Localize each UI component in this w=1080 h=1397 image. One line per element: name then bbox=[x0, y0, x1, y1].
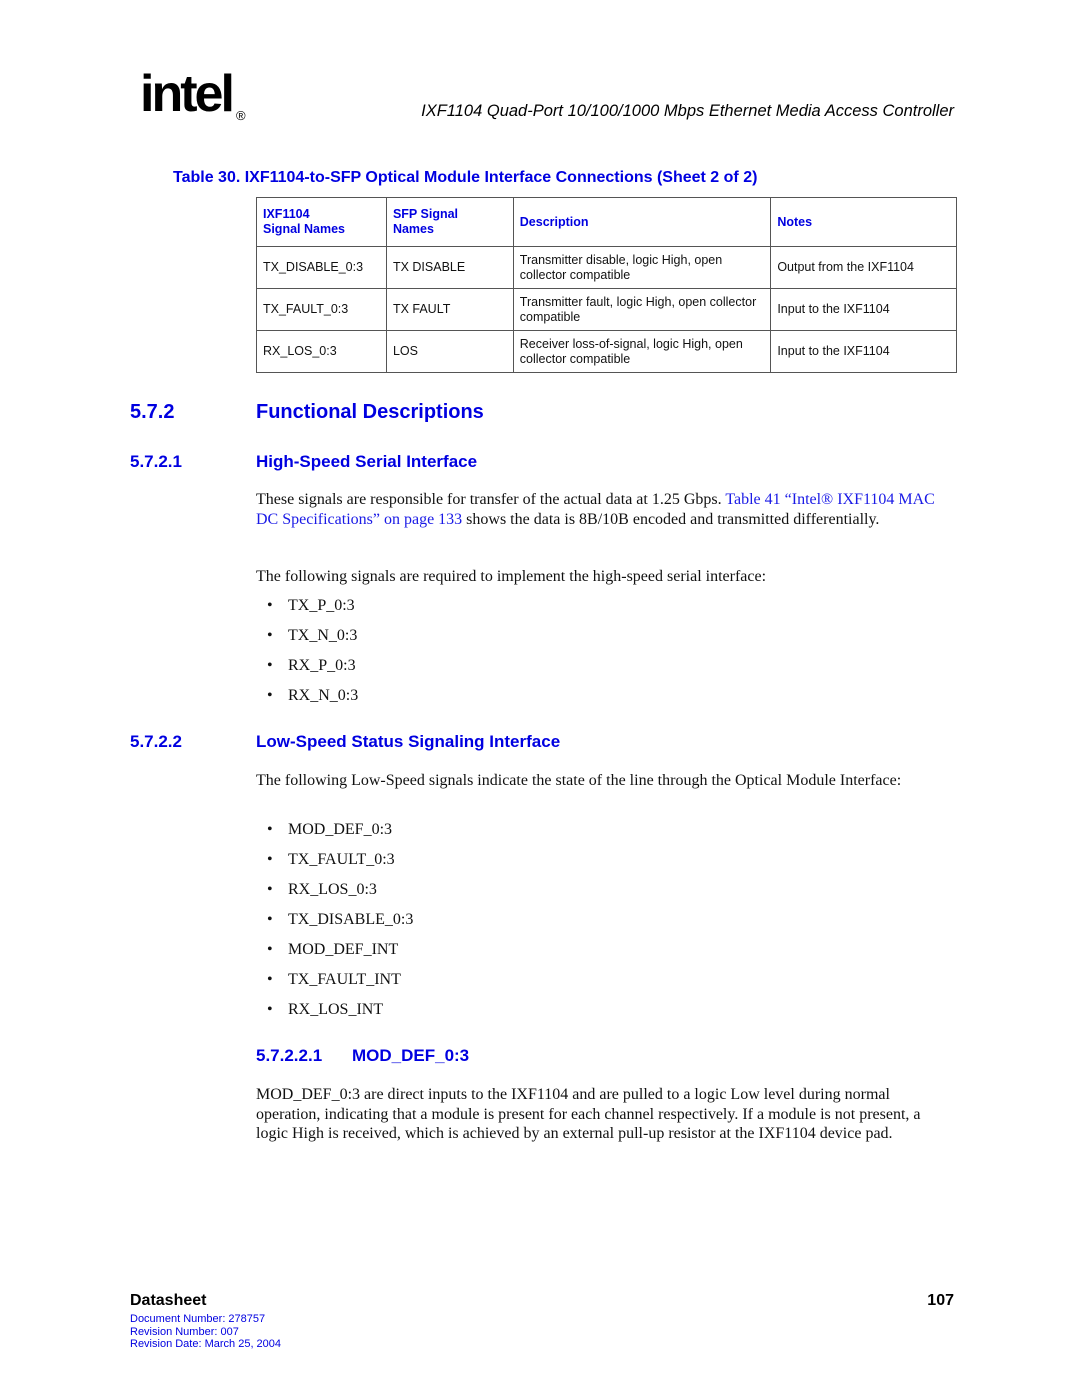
section-number-5-7-2-2-1: 5.7.2.2.1 bbox=[256, 1046, 323, 1065]
bullet-icon: • bbox=[267, 1001, 273, 1018]
section-title-high-speed-serial: High-Speed Serial Interface bbox=[256, 452, 478, 471]
header-line: Names bbox=[392, 222, 434, 236]
list-item-text: TX_DISABLE_0:3 bbox=[288, 911, 414, 928]
intel-logo-text: intel bbox=[140, 65, 235, 123]
footer-title: Datasheet bbox=[130, 1292, 207, 1309]
header-notes: Notes bbox=[770, 197, 957, 247]
low-speed-description: The following Low-Speed signals indicate… bbox=[256, 772, 902, 789]
cell-sfp-signal: TX DISABLE bbox=[385, 246, 514, 289]
low-speed-signal-list: • MOD_DEF_0:3 • TX_FAULT_0:3 • RX_LOS_0:3 •… bbox=[256, 820, 413, 1030]
header-line: IXF1104 bbox=[263, 207, 310, 221]
section-title-functional-descriptions: Functional Descriptions bbox=[256, 401, 484, 423]
table-row: RX_LOS_0:3 LOS Receiver loss-of-signal, … bbox=[256, 330, 957, 373]
page-number: 107 bbox=[927, 1292, 954, 1309]
list-item: • MOD_DEF_0:3 bbox=[256, 820, 413, 850]
bullet-icon: • bbox=[267, 597, 273, 614]
header-sfp-signal-names: SFP Signal Names bbox=[385, 197, 514, 247]
header-line: Signal Names bbox=[263, 222, 345, 236]
document-number: Document Number: 278757 bbox=[130, 1313, 266, 1325]
list-item: • RX_N_0:3 bbox=[256, 686, 358, 716]
list-item: • TX_DISABLE_0:3 bbox=[256, 910, 413, 940]
cell-ixf1104-signal: RX_LOS_0:3 bbox=[256, 330, 387, 373]
header-description: Description bbox=[512, 197, 772, 247]
signal-table: IXF1104 Signal Names SFP Signal Names Desc… bbox=[256, 197, 957, 373]
cell-ixf1104-signal: TX_FAULT_0:3 bbox=[256, 288, 387, 331]
high-speed-description: These signals are responsible for transf… bbox=[256, 490, 956, 529]
intel-logo: intel bbox=[140, 68, 250, 130]
table-caption: Table 30. IXF1104-to-SFP Optical Module … bbox=[173, 169, 758, 186]
list-item-text: TX_FAULT_INT bbox=[288, 971, 401, 988]
list-item: • MOD_DEF_INT bbox=[256, 940, 413, 970]
cell-description: Transmitter fault, logic High, open coll… bbox=[512, 288, 772, 331]
list-item-text: RX_N_0:3 bbox=[288, 687, 359, 704]
cell-description: Receiver loss-of-signal, logic High, ope… bbox=[512, 330, 772, 373]
section-number-5-7-2: 5.7.2 bbox=[130, 401, 175, 423]
list-item: • RX_LOS_INT bbox=[256, 1000, 413, 1030]
revision-number: Revision Number: 007 bbox=[130, 1325, 239, 1338]
bullet-icon: • bbox=[267, 911, 273, 928]
list-item-text: RX_P_0:3 bbox=[288, 657, 356, 674]
list-item-text: TX_FAULT_0:3 bbox=[288, 851, 395, 868]
table-row: TX_FAULT_0:3 TX FAULT Transmitter fault,… bbox=[256, 288, 957, 331]
section-number-5-7-2-1: 5.7.2.1 bbox=[130, 452, 182, 471]
cell-notes: Input to the IXF1104 bbox=[770, 288, 957, 331]
bullet-icon: • bbox=[267, 851, 273, 868]
list-item: • TX_FAULT_INT bbox=[256, 970, 413, 1000]
list-item: • RX_P_0:3 bbox=[256, 656, 358, 686]
bullet-icon: • bbox=[267, 821, 273, 838]
cell-sfp-signal: LOS bbox=[385, 330, 514, 373]
list-item-text: RX_LOS_0:3 bbox=[288, 881, 377, 898]
list-item: • TX_FAULT_0:3 bbox=[256, 850, 413, 880]
bullet-icon: • bbox=[267, 627, 273, 644]
list-item: • RX_LOS_0:3 bbox=[256, 880, 413, 910]
high-speed-signal-list: • TX_P_0:3 • TX_N_0:3 • RX_P_0:3 • RX_N_0:3 bbox=[256, 596, 358, 716]
section-number-5-7-2-2: 5.7.2.2 bbox=[130, 732, 182, 751]
footer-metadata: Document Number: 278757 Revision Number:… bbox=[130, 1313, 281, 1351]
paragraph-text: These signals are responsible for transf… bbox=[256, 491, 726, 508]
bullet-icon: • bbox=[267, 657, 273, 674]
registered-mark-icon: ® bbox=[236, 108, 246, 123]
bullet-icon: • bbox=[267, 941, 273, 958]
list-item-text: TX_N_0:3 bbox=[288, 627, 358, 644]
header-line: SFP Signal bbox=[392, 207, 459, 221]
list-item-text: TX_P_0:3 bbox=[288, 597, 355, 614]
cell-notes: Input to the IXF1104 bbox=[770, 330, 957, 373]
list-item: • TX_N_0:3 bbox=[256, 626, 358, 656]
high-speed-signals-intro: The following signals are required to im… bbox=[256, 568, 767, 585]
list-item: • TX_P_0:3 bbox=[256, 596, 358, 626]
section-title-low-speed-status: Low-Speed Status Signaling Interface bbox=[256, 732, 561, 751]
mod-def-description: MOD_DEF_0:3 are direct inputs to the IXF… bbox=[256, 1086, 921, 1142]
cell-sfp-signal: TX FAULT bbox=[385, 288, 514, 331]
list-item-text: MOD_DEF_0:3 bbox=[288, 821, 393, 838]
list-item-text: RX_LOS_INT bbox=[288, 1001, 384, 1018]
cell-notes: Output from the IXF1104 bbox=[770, 246, 957, 289]
cell-ixf1104-signal: TX_DISABLE_0:3 bbox=[256, 246, 387, 289]
document-title: IXF1104 Quad-Port 10/100/1000 Mbps Ether… bbox=[421, 102, 954, 120]
bullet-icon: • bbox=[267, 971, 273, 988]
cell-description: Transmitter disable, logic High, open co… bbox=[512, 246, 772, 289]
revision-date: Revision Date: March 25, 2004 bbox=[130, 1338, 282, 1350]
table-header-row: IXF1104 Signal Names SFP Signal Names Desc… bbox=[256, 197, 957, 247]
list-item-text: MOD_DEF_INT bbox=[288, 941, 399, 958]
datasheet-page: intel ® IXF1104 Quad-Port 10/100/1000 Mb… bbox=[0, 0, 1080, 1397]
bullet-icon: • bbox=[267, 881, 273, 898]
bullet-icon: • bbox=[267, 687, 273, 704]
paragraph-text: shows the data is 8B/10B encoded and tra… bbox=[462, 510, 880, 528]
section-title-mod-def: MOD_DEF_0:3 bbox=[352, 1046, 470, 1065]
table-row: TX_DISABLE_0:3 TX DISABLE Transmitter di… bbox=[256, 246, 957, 289]
header-ixf1104-signal-names: IXF1104 Signal Names bbox=[256, 197, 387, 247]
